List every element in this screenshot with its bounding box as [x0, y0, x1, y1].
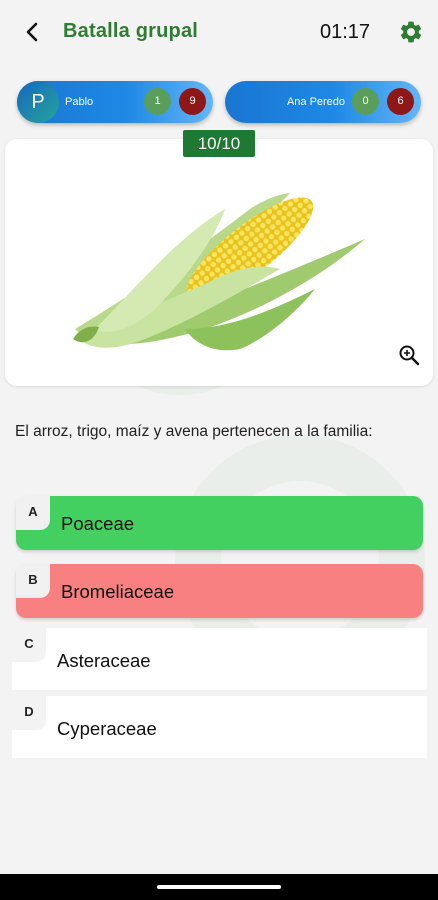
home-gesture-handle[interactable]: [157, 885, 281, 889]
option-label: Poaceae: [61, 513, 135, 534]
option-label: Asteraceae: [57, 650, 151, 671]
option-label: Cyperaceae: [57, 718, 157, 739]
player-card-ana-peredo: Ana Peredo 0 6: [225, 81, 421, 123]
player-card-pablo: P Pablo 1 9: [17, 81, 213, 123]
option-letter: B: [16, 564, 50, 598]
timer: 01:17: [320, 21, 371, 43]
question-progress: 10/10: [183, 130, 255, 157]
option-a-button[interactable]: A Poaceae: [16, 496, 423, 550]
question-image-card: [5, 139, 433, 386]
option-letter: C: [12, 628, 46, 662]
zoom-in-icon[interactable]: [397, 343, 421, 367]
option-b-button[interactable]: B Bromeliaceae: [16, 564, 423, 618]
option-d-button[interactable]: D Cyperaceae: [12, 696, 427, 758]
wrong-count-badge: 6: [387, 88, 414, 115]
page-title: Batalla grupal: [63, 20, 199, 42]
gear-icon[interactable]: [398, 19, 424, 45]
option-label: Bromeliaceae: [61, 581, 175, 602]
option-letter: A: [16, 496, 50, 530]
arrow-left-icon[interactable]: [18, 18, 46, 46]
system-navigation-bar: [0, 874, 438, 900]
question-text: El arroz, trigo, maíz y avena pertenecen…: [15, 423, 373, 440]
correct-count-badge: 0: [352, 88, 379, 115]
player-name: Ana Peredo: [286, 96, 346, 108]
app-header: Batalla grupal 01:17: [0, 0, 438, 64]
option-letter: D: [12, 696, 46, 730]
player-name: Pablo: [65, 96, 94, 108]
wrong-count-badge: 9: [179, 88, 206, 115]
avatar: P: [17, 81, 59, 123]
corn-image: [73, 193, 365, 351]
correct-count-badge: 1: [144, 88, 171, 115]
option-c-button[interactable]: C Asteraceae: [12, 628, 427, 690]
